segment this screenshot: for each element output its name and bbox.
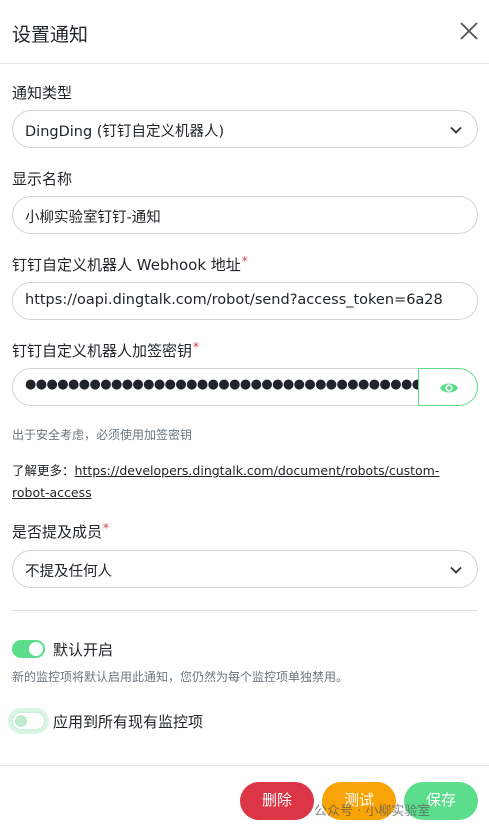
chevron-down-icon	[450, 126, 462, 134]
mention-label: 是否提及成员*	[12, 521, 110, 541]
default-enabled-hint: 新的监控项将默认启用此通知，您仍然为每个监控项单独禁用。	[12, 670, 349, 684]
notify-type-select[interactable]: DingDing (钉钉自定义机器人)	[12, 110, 478, 148]
apply-all-toggle[interactable]	[12, 712, 45, 730]
chevron-down-icon	[450, 566, 462, 574]
default-enabled-label: 默认开启	[53, 641, 114, 659]
learn-more: 了解更多：https://developers.dingtalk.com/doc…	[12, 460, 472, 504]
webhook-input[interactable]: https://oapi.dingtalk.com/robot/send?acc…	[12, 282, 478, 320]
secret-label: 钉钉自定义机器人加签密钥*	[12, 340, 200, 360]
required-marker: *	[193, 340, 200, 354]
notify-type-label: 通知类型	[12, 84, 73, 102]
watermark: 公众号 · 小柳实验室	[314, 804, 431, 819]
close-icon[interactable]	[457, 19, 481, 43]
notify-type-value: DingDing (钉钉自定义机器人)	[25, 124, 225, 140]
dialog-header: 设置通知	[0, 0, 489, 64]
display-name-label: 显示名称	[12, 170, 73, 188]
delete-button[interactable]: 删除	[240, 782, 314, 820]
dialog-title: 设置通知	[12, 24, 89, 46]
mention-value: 不提及任何人	[25, 564, 112, 580]
mention-select[interactable]: 不提及任何人	[12, 550, 478, 588]
display-name-value: 小柳实验室钉钉-通知	[25, 210, 161, 226]
required-marker: *	[103, 521, 110, 535]
eye-icon	[440, 383, 458, 393]
toggle-knob	[15, 715, 27, 727]
learn-more-prefix: 了解更多：	[12, 463, 75, 478]
show-password-button[interactable]	[418, 368, 478, 406]
apply-all-label: 应用到所有现有监控项	[53, 713, 204, 731]
secret-hint: 出于安全考虑，必须使用加签密钥	[12, 428, 193, 442]
toggle-knob	[29, 642, 43, 656]
secret-input[interactable]: ●●●●●●●●●●●●●●●●●●●●●●●●●●●●●●●●●●●●●●●●…	[12, 368, 418, 406]
webhook-value: https://oapi.dingtalk.com/robot/send?acc…	[25, 292, 443, 308]
section-divider	[12, 610, 478, 611]
secret-value: ●●●●●●●●●●●●●●●●●●●●●●●●●●●●●●●●●●●●●●●●…	[25, 377, 418, 392]
display-name-input[interactable]: 小柳实验室钉钉-通知	[12, 196, 478, 234]
required-marker: *	[241, 254, 248, 268]
docs-link[interactable]: https://developers.dingtalk.com/document…	[12, 463, 439, 500]
footer-divider	[0, 765, 489, 766]
default-enabled-toggle[interactable]	[12, 640, 45, 658]
webhook-label: 钉钉自定义机器人 Webhook 地址*	[12, 254, 248, 274]
